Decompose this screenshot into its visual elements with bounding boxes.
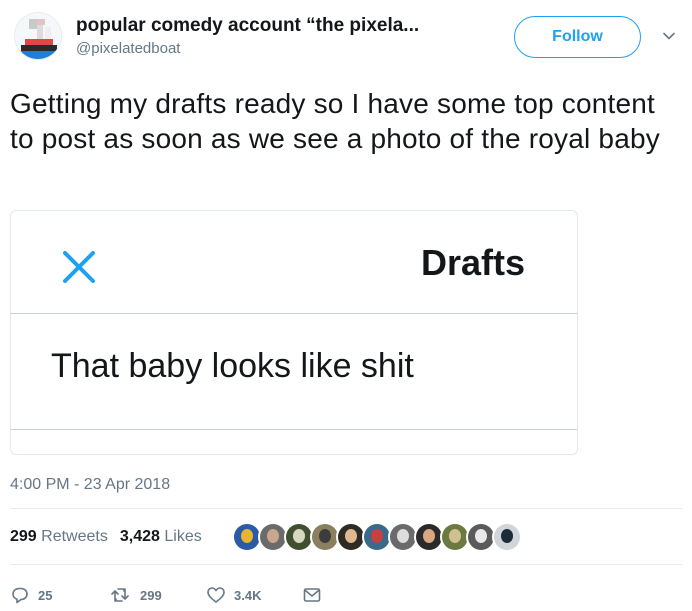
retweet-button[interactable]: 299: [108, 582, 162, 608]
retweets-count: 299: [10, 528, 37, 545]
like-button[interactable]: 3.4K: [206, 582, 261, 608]
tweet-media[interactable]: Drafts That baby looks like shit: [10, 210, 578, 455]
draft-text: That baby looks like shit: [51, 347, 414, 385]
close-icon: [63, 251, 95, 283]
likes-label: Likes: [164, 528, 202, 545]
like-count: 3.4K: [234, 587, 262, 603]
direct-message-button[interactable]: [302, 582, 330, 608]
avatar-pixel: [45, 27, 51, 39]
author-handle[interactable]: @pixelatedboat: [76, 39, 476, 59]
chevron-down-icon[interactable]: [661, 28, 677, 44]
follow-button[interactable]: Follow: [514, 16, 641, 58]
retweets-label: Retweets: [41, 528, 108, 545]
retweet-icon: [111, 588, 129, 602]
divider: [10, 564, 682, 565]
envelope-icon: [303, 588, 321, 602]
drafts-title: Drafts: [420, 242, 525, 283]
likes-count: 3,428: [119, 528, 160, 545]
drafts-header: Drafts: [11, 211, 577, 314]
likes-stat[interactable]: 3,428 Likes: [120, 528, 202, 545]
avatar-water: [15, 51, 61, 59]
heart-icon: [207, 587, 225, 603]
tweet-timestamp[interactable]: 4:00 PM - 23 Apr 2018: [10, 474, 170, 496]
engagement-stats: 299 Retweets 3,428 Likes: [10, 526, 202, 548]
reply-icon: [12, 587, 28, 604]
divider: [11, 429, 577, 430]
author-name[interactable]: popular comedy account “the pixela...: [76, 13, 476, 39]
reply-count: 25: [38, 587, 53, 603]
avatar-pixel: [29, 19, 37, 29]
avatar-pixel: [37, 25, 43, 39]
divider: [10, 508, 682, 509]
tweet-actions: 25 299 3.4K: [10, 582, 682, 608]
retweets-stat[interactable]: 299 Retweets: [10, 528, 108, 545]
avatar[interactable]: [14, 12, 62, 60]
author-block: popular comedy account “the pixela... @p…: [76, 13, 476, 59]
liker-avatar[interactable]: [492, 522, 522, 552]
tweet-text: Getting my drafts ready so I have some t…: [10, 88, 660, 154]
reply-button[interactable]: 25: [10, 582, 52, 608]
retweet-count: 299: [140, 587, 162, 603]
